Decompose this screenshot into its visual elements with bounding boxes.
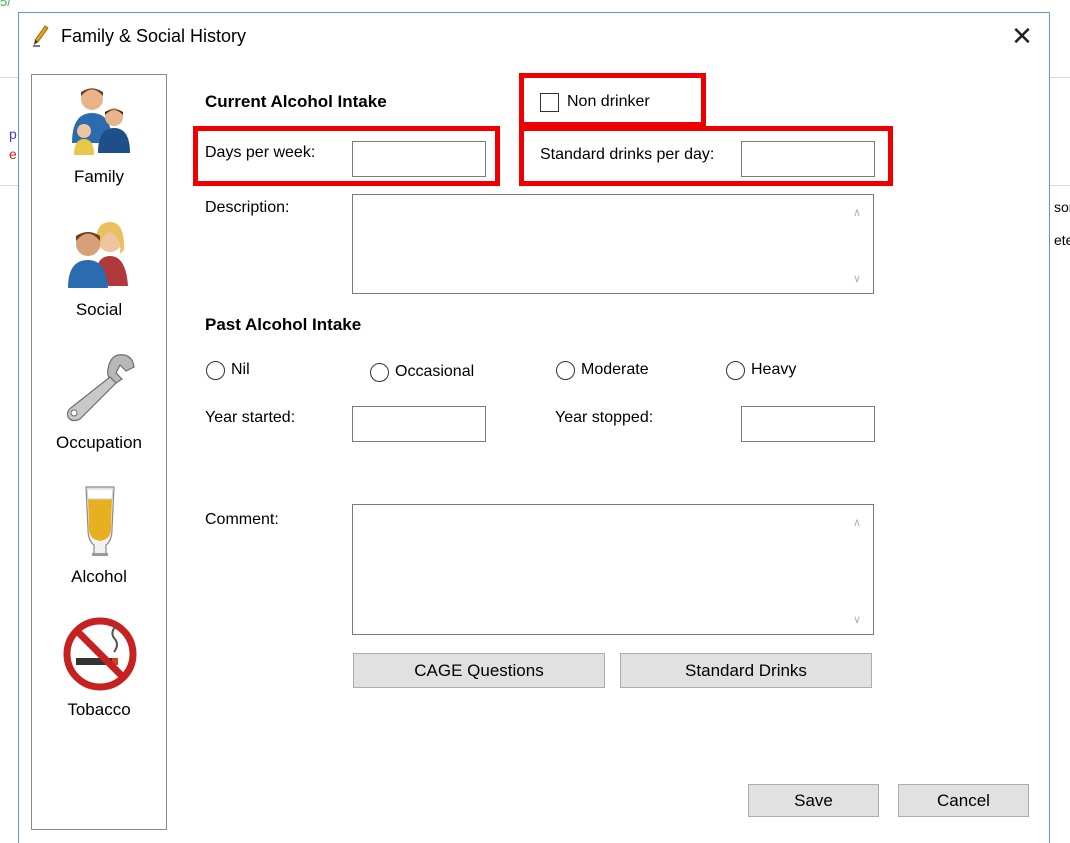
standard-drinks-button[interactable]: Standard Drinks [620, 653, 872, 688]
beer-glass-icon [62, 483, 138, 559]
save-button[interactable]: Save [748, 784, 879, 817]
nav-item-label: Social [75, 300, 123, 319]
background-text-fragment: p [9, 126, 17, 142]
nav-item-label: Alcohol [71, 567, 127, 586]
scroll-down-icon[interactable]: ∨ [851, 273, 863, 285]
nav-item-label: Occupation [56, 433, 142, 452]
radio-heavy-label[interactable]: Heavy [751, 361, 796, 379]
radio-occasional[interactable] [370, 363, 389, 382]
close-icon: ✕ [1011, 21, 1033, 51]
section-nav: Family Social Occupation Alcohol Tobacco [31, 74, 167, 830]
nav-item-occupation[interactable]: Occupation [32, 341, 166, 471]
current-alcohol-heading: Current Alcohol Intake [205, 92, 387, 111]
year-started-input[interactable] [352, 406, 486, 442]
comment-label: Comment: [205, 511, 279, 528]
wrench-icon [62, 349, 138, 425]
description-label: Description: [205, 199, 290, 216]
past-alcohol-heading: Past Alcohol Intake [205, 315, 362, 334]
highlight-box-standard-drinks [519, 126, 893, 186]
nav-item-tobacco[interactable]: Tobacco [32, 608, 166, 738]
family-social-history-dialog: Family & Social History ✕ Family Social … [18, 12, 1050, 843]
nav-item-social[interactable]: Social [32, 208, 166, 338]
year-stopped-label: Year stopped: [555, 409, 654, 426]
dialog-title: Family & Social History [61, 26, 247, 46]
highlight-box-non-drinker [519, 73, 706, 127]
radio-moderate-label[interactable]: Moderate [581, 361, 649, 379]
radio-moderate[interactable] [556, 361, 575, 380]
title-bar[interactable]: Family & Social History ✕ [19, 13, 1049, 61]
background-text-fragment: e [9, 146, 17, 162]
year-stopped-input[interactable] [741, 406, 875, 442]
background-text-fragment: sor [1054, 199, 1070, 215]
couple-icon [62, 216, 138, 292]
scroll-up-icon[interactable]: ∧ [851, 207, 863, 219]
year-started-label: Year started: [205, 409, 296, 426]
radio-heavy[interactable] [726, 361, 745, 380]
background-divider [0, 185, 18, 186]
cancel-button[interactable]: Cancel [898, 784, 1029, 817]
radio-occasional-label[interactable]: Occasional [395, 363, 474, 381]
highlight-box-days-per-week [193, 126, 500, 186]
description-textarea[interactable]: ∧ ∨ [352, 194, 874, 294]
background-divider [1050, 185, 1070, 186]
nav-item-alcohol[interactable]: Alcohol [32, 475, 166, 605]
close-button[interactable]: ✕ [1007, 21, 1037, 51]
pen-icon [31, 25, 51, 47]
scroll-up-icon[interactable]: ∧ [851, 517, 863, 529]
radio-nil[interactable] [206, 361, 225, 380]
background-divider [0, 77, 18, 78]
cage-questions-button[interactable]: CAGE Questions [353, 653, 605, 688]
radio-nil-label[interactable]: Nil [231, 361, 250, 379]
nav-item-label: Family [73, 167, 125, 186]
nav-item-label: Tobacco [67, 700, 131, 719]
background-text-fragment: ete [1054, 232, 1070, 248]
nav-item-family[interactable]: Family [32, 75, 166, 205]
background-divider [1050, 77, 1070, 78]
scroll-down-icon[interactable]: ∨ [851, 614, 863, 626]
family-icon [62, 83, 138, 159]
background-text-fragment: 5/ [0, 0, 11, 9]
no-smoking-icon [62, 616, 138, 692]
comment-textarea[interactable]: ∧ ∨ [352, 504, 874, 635]
